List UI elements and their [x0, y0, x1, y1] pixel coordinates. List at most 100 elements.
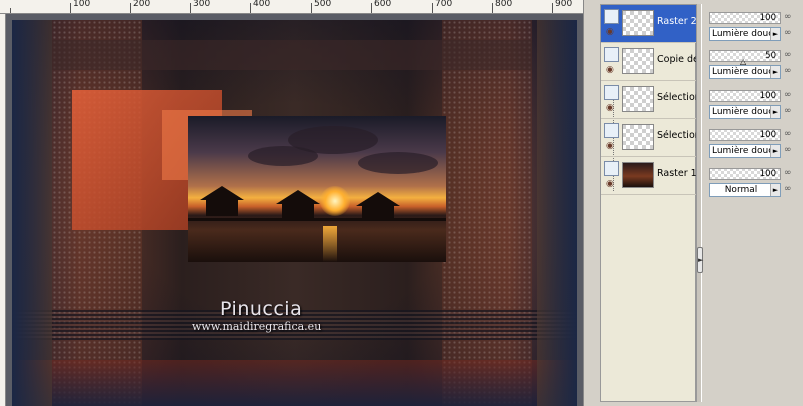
layer-thumbnail	[622, 162, 654, 188]
layer-thumbnail	[622, 124, 654, 150]
raster-layer-icon	[604, 47, 619, 62]
layer-name: Sélection	[657, 92, 701, 103]
chevron-right-icon[interactable]: ►	[697, 247, 703, 273]
pier	[188, 218, 446, 221]
hut-roof	[276, 190, 320, 204]
link-icon[interactable]: ∞	[784, 184, 792, 194]
blend-mode-value: Lumière douce	[712, 29, 779, 39]
ruler-tick	[130, 3, 131, 13]
layers-palette: ◉ Raster 2 ◉ Copie de ◉ Sélection ◉ Séle…	[583, 0, 803, 406]
hut-roof	[356, 192, 400, 206]
layer-row-selection-2[interactable]: ◉ Sélection	[601, 119, 701, 157]
ruler-label: 500	[314, 0, 332, 9]
cloud	[358, 152, 438, 174]
raster-layer-icon	[604, 9, 619, 24]
blend-mode-select[interactable]: Lumière douce ►	[709, 65, 781, 79]
lock-icon[interactable]: ∞	[784, 50, 792, 60]
layer-thumbnail	[622, 48, 654, 74]
opacity-value: 100	[759, 13, 776, 23]
layer-row-raster-1[interactable]: ◉ Raster 1	[601, 157, 697, 195]
opacity-value: 100	[759, 130, 776, 140]
eye-icon[interactable]: ◉	[606, 180, 614, 189]
opacity-value: 100	[759, 91, 776, 101]
hut	[282, 204, 314, 218]
ruler-tick	[10, 8, 11, 13]
sun	[320, 186, 350, 216]
chevron-right-icon[interactable]: ►	[770, 106, 780, 118]
panel-splitter[interactable]: ►	[696, 4, 703, 402]
artwork-bottom-fade	[12, 360, 577, 406]
lock-icon[interactable]: ∞	[784, 12, 792, 22]
layer-properties-row: 100 ∞ Lumière douce ► ∞	[708, 86, 802, 124]
opacity-slider[interactable]: 100	[709, 168, 781, 180]
image-canvas[interactable]: Pinuccia www.maidiregrafica.eu	[6, 14, 583, 406]
ruler-tick	[371, 3, 372, 13]
link-icon[interactable]: ∞	[784, 145, 792, 155]
layer-properties-row: 100 ∞ Lumière douce ► ∞	[708, 8, 802, 46]
link-icon[interactable]: ∞	[784, 66, 792, 76]
ruler-tick	[250, 3, 251, 13]
lock-icon[interactable]: ∞	[784, 129, 792, 139]
opacity-value: 50	[765, 51, 776, 61]
hut	[362, 206, 394, 218]
link-icon[interactable]: ∞	[784, 28, 792, 38]
blend-mode-value: Normal	[724, 185, 758, 195]
ruler-label: 300	[193, 0, 211, 9]
layer-properties: 100 ∞ Lumière douce ► ∞ △ 50 ∞ Lumière d…	[708, 4, 802, 402]
ruler-tick	[311, 3, 312, 13]
chevron-right-icon[interactable]: ►	[770, 66, 780, 78]
eye-icon[interactable]: ◉	[606, 28, 614, 37]
lock-icon[interactable]: ∞	[784, 90, 792, 100]
ruler-label: 600	[374, 0, 392, 9]
layer-thumbnail	[622, 10, 654, 36]
link-icon[interactable]: ∞	[784, 106, 792, 116]
layer-properties-row: 100 ∞ Lumière douce ► ∞	[708, 125, 802, 163]
hut	[206, 200, 238, 216]
layer-list: ◉ Raster 2 ◉ Copie de ◉ Sélection ◉ Séle…	[600, 4, 701, 402]
layer-row-copie[interactable]: ◉ Copie de	[601, 43, 699, 81]
blend-mode-value: Lumière douce	[712, 146, 779, 156]
raster-layer-icon	[604, 85, 619, 100]
layer-row-raster-2[interactable]: ◉ Raster 2	[601, 5, 697, 43]
eye-icon[interactable]: ◉	[606, 66, 614, 75]
blend-mode-select[interactable]: Lumière douce ►	[709, 144, 781, 158]
ruler-label: 200	[133, 0, 151, 9]
ruler-tick	[552, 3, 553, 13]
ruler-label: 700	[435, 0, 453, 9]
ruler-label: 100	[73, 0, 91, 9]
artwork-edge	[537, 20, 577, 406]
horizontal-ruler: 100 200 300 400 500 600 700 800 900	[0, 0, 583, 14]
ruler-tick	[432, 3, 433, 13]
opacity-slider[interactable]: 100	[709, 129, 781, 141]
eye-icon[interactable]: ◉	[606, 142, 614, 151]
opacity-slider[interactable]: 100	[709, 12, 781, 24]
chevron-right-icon[interactable]: ►	[770, 184, 780, 196]
layer-row-selection-1[interactable]: ◉ Sélection	[601, 81, 701, 119]
ruler-label: 400	[253, 0, 271, 9]
blend-mode-select[interactable]: Lumière douce ►	[709, 27, 781, 41]
artwork-image: Pinuccia www.maidiregrafica.eu	[12, 20, 577, 406]
layer-name: Sélection	[657, 130, 701, 141]
ruler-label: 800	[495, 0, 513, 9]
artwork-strip	[52, 40, 532, 70]
chevron-right-icon[interactable]: ►	[770, 28, 780, 40]
raster-layer-icon	[604, 161, 619, 176]
ruler-label: 900	[555, 0, 573, 9]
artwork-signature: Pinuccia	[220, 298, 303, 320]
opacity-slider[interactable]: △ 50	[709, 50, 781, 66]
blend-mode-value: Lumière douce	[712, 67, 779, 77]
chevron-right-icon[interactable]: ►	[770, 145, 780, 157]
hut-roof	[200, 186, 244, 200]
layer-properties-row: 100 ∞ Normal ► ∞	[708, 164, 802, 202]
opacity-slider[interactable]: 100	[709, 90, 781, 102]
sun-reflection	[323, 226, 337, 262]
artwork-band	[442, 20, 532, 406]
layer-thumbnail	[622, 86, 654, 112]
lock-icon[interactable]: ∞	[784, 168, 792, 178]
eye-icon[interactable]: ◉	[606, 104, 614, 113]
blend-mode-select[interactable]: Normal ►	[709, 183, 781, 197]
layer-properties-row: △ 50 ∞ Lumière douce ► ∞	[708, 46, 802, 84]
raster-layer-icon	[604, 123, 619, 138]
ruler-tick	[492, 3, 493, 13]
blend-mode-select[interactable]: Lumière douce ►	[709, 105, 781, 119]
